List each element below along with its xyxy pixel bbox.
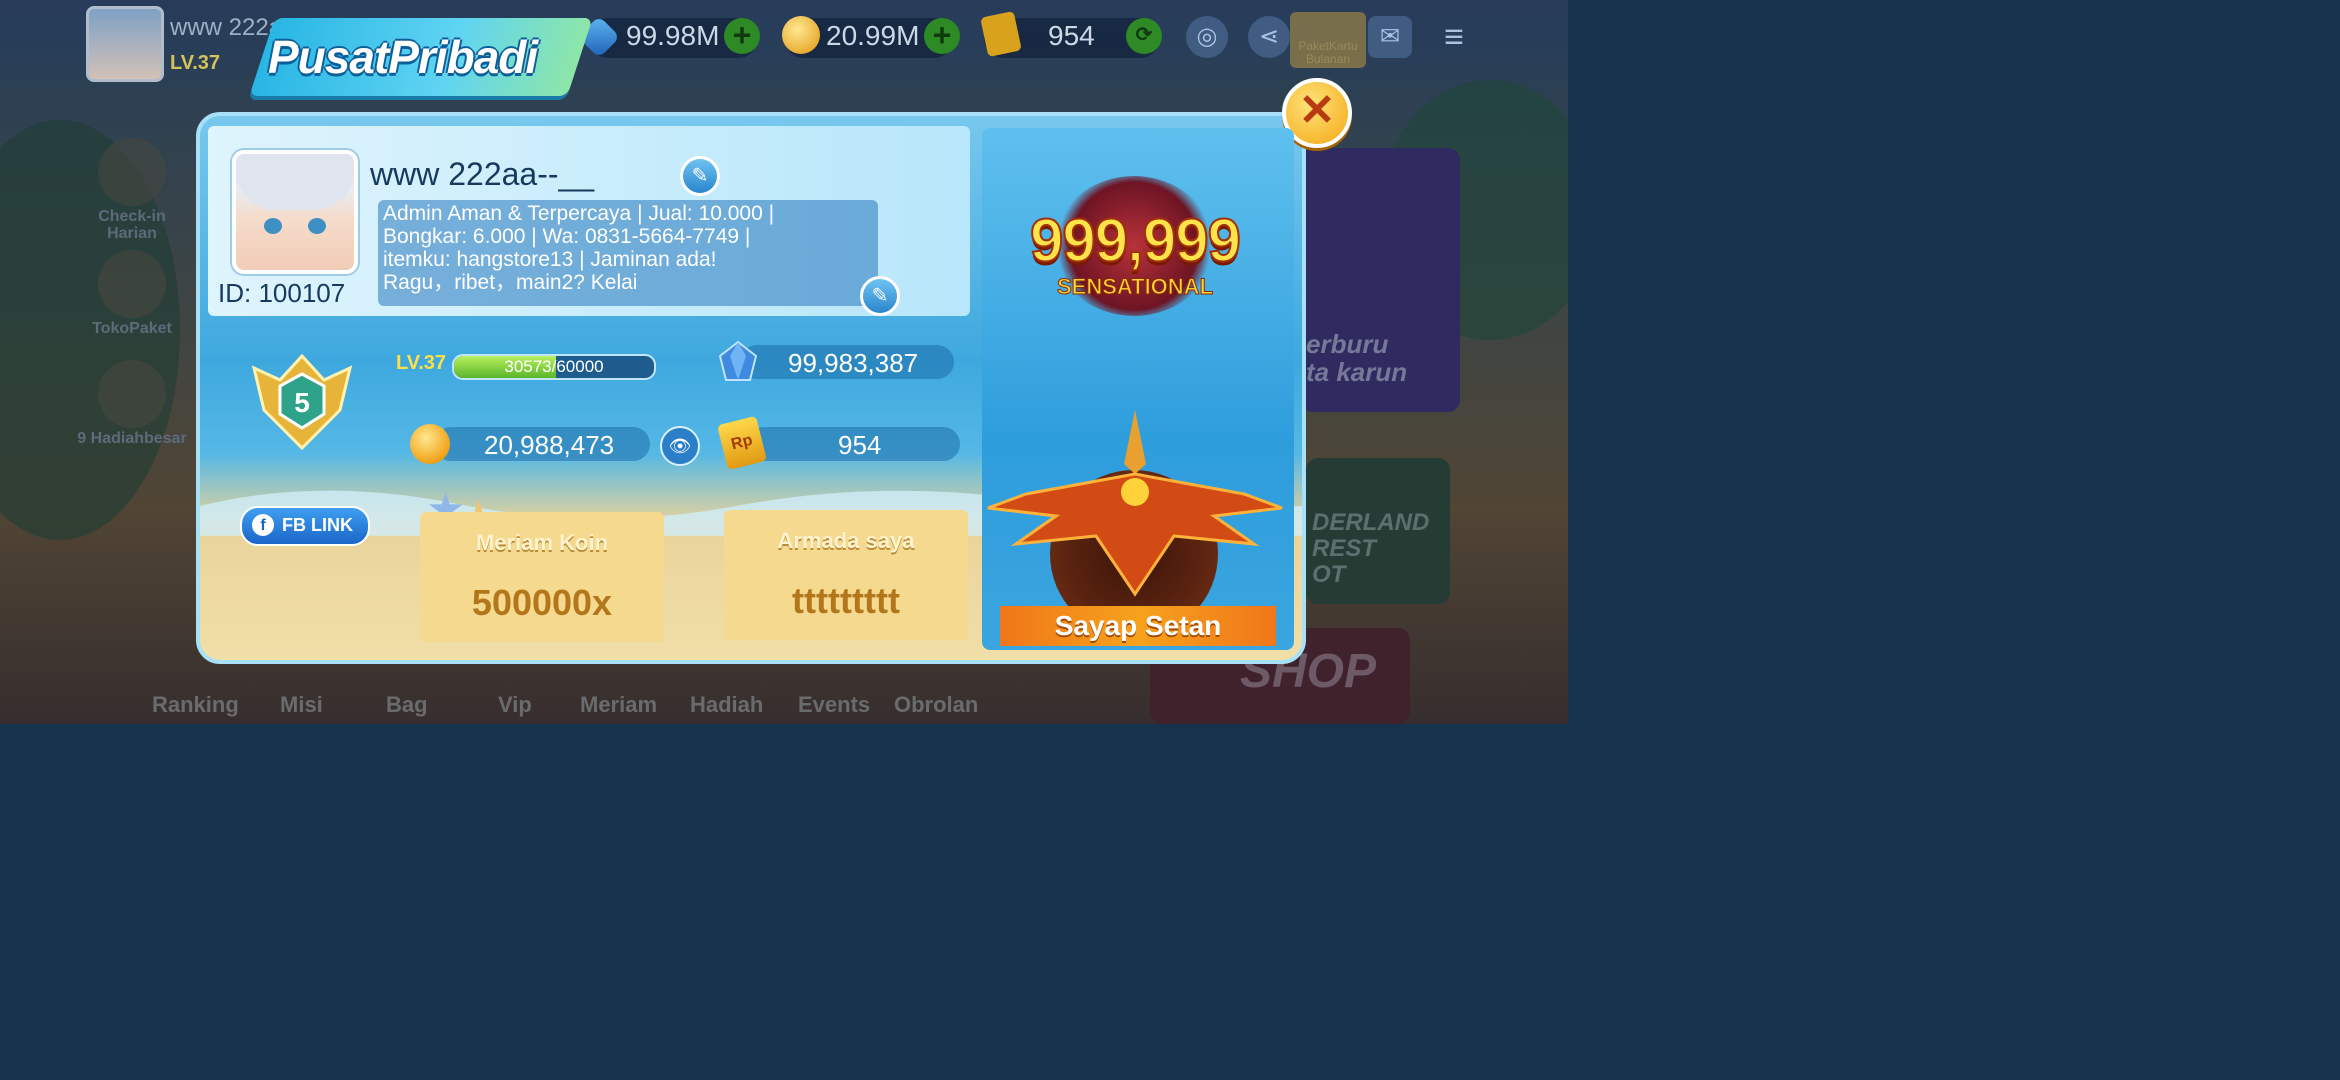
support-icon[interactable]: ◎ <box>1186 16 1228 58</box>
vip-rank-badge: 5 <box>251 353 353 450</box>
avatar-eye-left <box>264 218 282 234</box>
max-multiplier-value: 999,999 <box>1029 206 1242 275</box>
avatar-hair <box>236 154 354 210</box>
share-icon[interactable]: ⋖ <box>1248 16 1290 58</box>
monthly-card-icon[interactable]: PaketKartu Bulanan <box>1290 12 1366 68</box>
monthly-card-label: PaketKartu Bulanan <box>1298 39 1358 66</box>
top-level: LV.37 <box>170 52 221 74</box>
player-bio: Admin Aman & Terpercaya | Jual: 10.000 |… <box>383 202 775 294</box>
facebook-icon: f <box>252 514 274 536</box>
coins-value: 20,988,473 <box>484 430 615 460</box>
add-coins-button[interactable]: + <box>924 18 960 54</box>
top-tickets-value: 954 <box>1048 20 1095 51</box>
player-id: ID: 100107 <box>218 278 346 308</box>
exchange-tickets-button[interactable]: ⟳ <box>1126 18 1162 54</box>
my-fleet-card[interactable]: Armada saya ttttttttt <box>724 510 968 640</box>
xp-progress-text: 30573/60000 <box>504 357 604 376</box>
cannon-coin-card: Meriam Koin 500000x <box>420 512 664 642</box>
top-avatar[interactable] <box>86 6 164 82</box>
cannon-coin-value: 500000x <box>471 582 613 623</box>
fb-link-label: FB LINK <box>282 515 353 535</box>
sensational-label: SENSATIONAL <box>1056 274 1214 300</box>
player-avatar[interactable] <box>232 150 358 274</box>
player-name: www 222aa--__ <box>370 156 595 192</box>
coin-icon <box>410 424 450 464</box>
gem-icon <box>718 340 758 381</box>
top-bar: www 222aa-- LV.37 99.98M + 20.99M + 954 … <box>0 0 1568 82</box>
top-coins-value: 20.99M <box>826 20 920 51</box>
panel-title: PusatPribadi <box>268 31 538 83</box>
menu-icon[interactable]: ≡ <box>1434 16 1474 58</box>
eye-toggle-icon[interactable]: 👁 <box>660 426 700 466</box>
coin-icon <box>782 16 820 54</box>
xp-progress-bar: 30573/60000 <box>452 354 656 380</box>
ship-name: Sayap Setan <box>1054 610 1222 641</box>
mail-icon[interactable]: ✉ <box>1368 16 1412 58</box>
fb-link-button[interactable]: f FB LINK <box>240 506 370 546</box>
avatar-eye-right <box>308 218 326 234</box>
cannon-coin-title: Meriam Koin <box>475 530 609 555</box>
tickets-value: 954 <box>838 430 882 460</box>
level-label: LV.37 <box>396 352 447 374</box>
my-fleet-value: ttttttttt <box>792 580 900 621</box>
vip-rank-number: 5 <box>294 387 310 418</box>
edit-name-icon[interactable]: ✎ <box>680 156 720 196</box>
demon-wings-ship-icon <box>987 410 1283 597</box>
edit-bio-icon[interactable]: ✎ <box>860 276 900 316</box>
my-fleet-title: Armada saya <box>777 528 915 553</box>
add-gems-button[interactable]: + <box>724 18 760 54</box>
gems-value: 99,983,387 <box>788 348 919 378</box>
top-gems-value: 99.98M <box>626 20 720 51</box>
